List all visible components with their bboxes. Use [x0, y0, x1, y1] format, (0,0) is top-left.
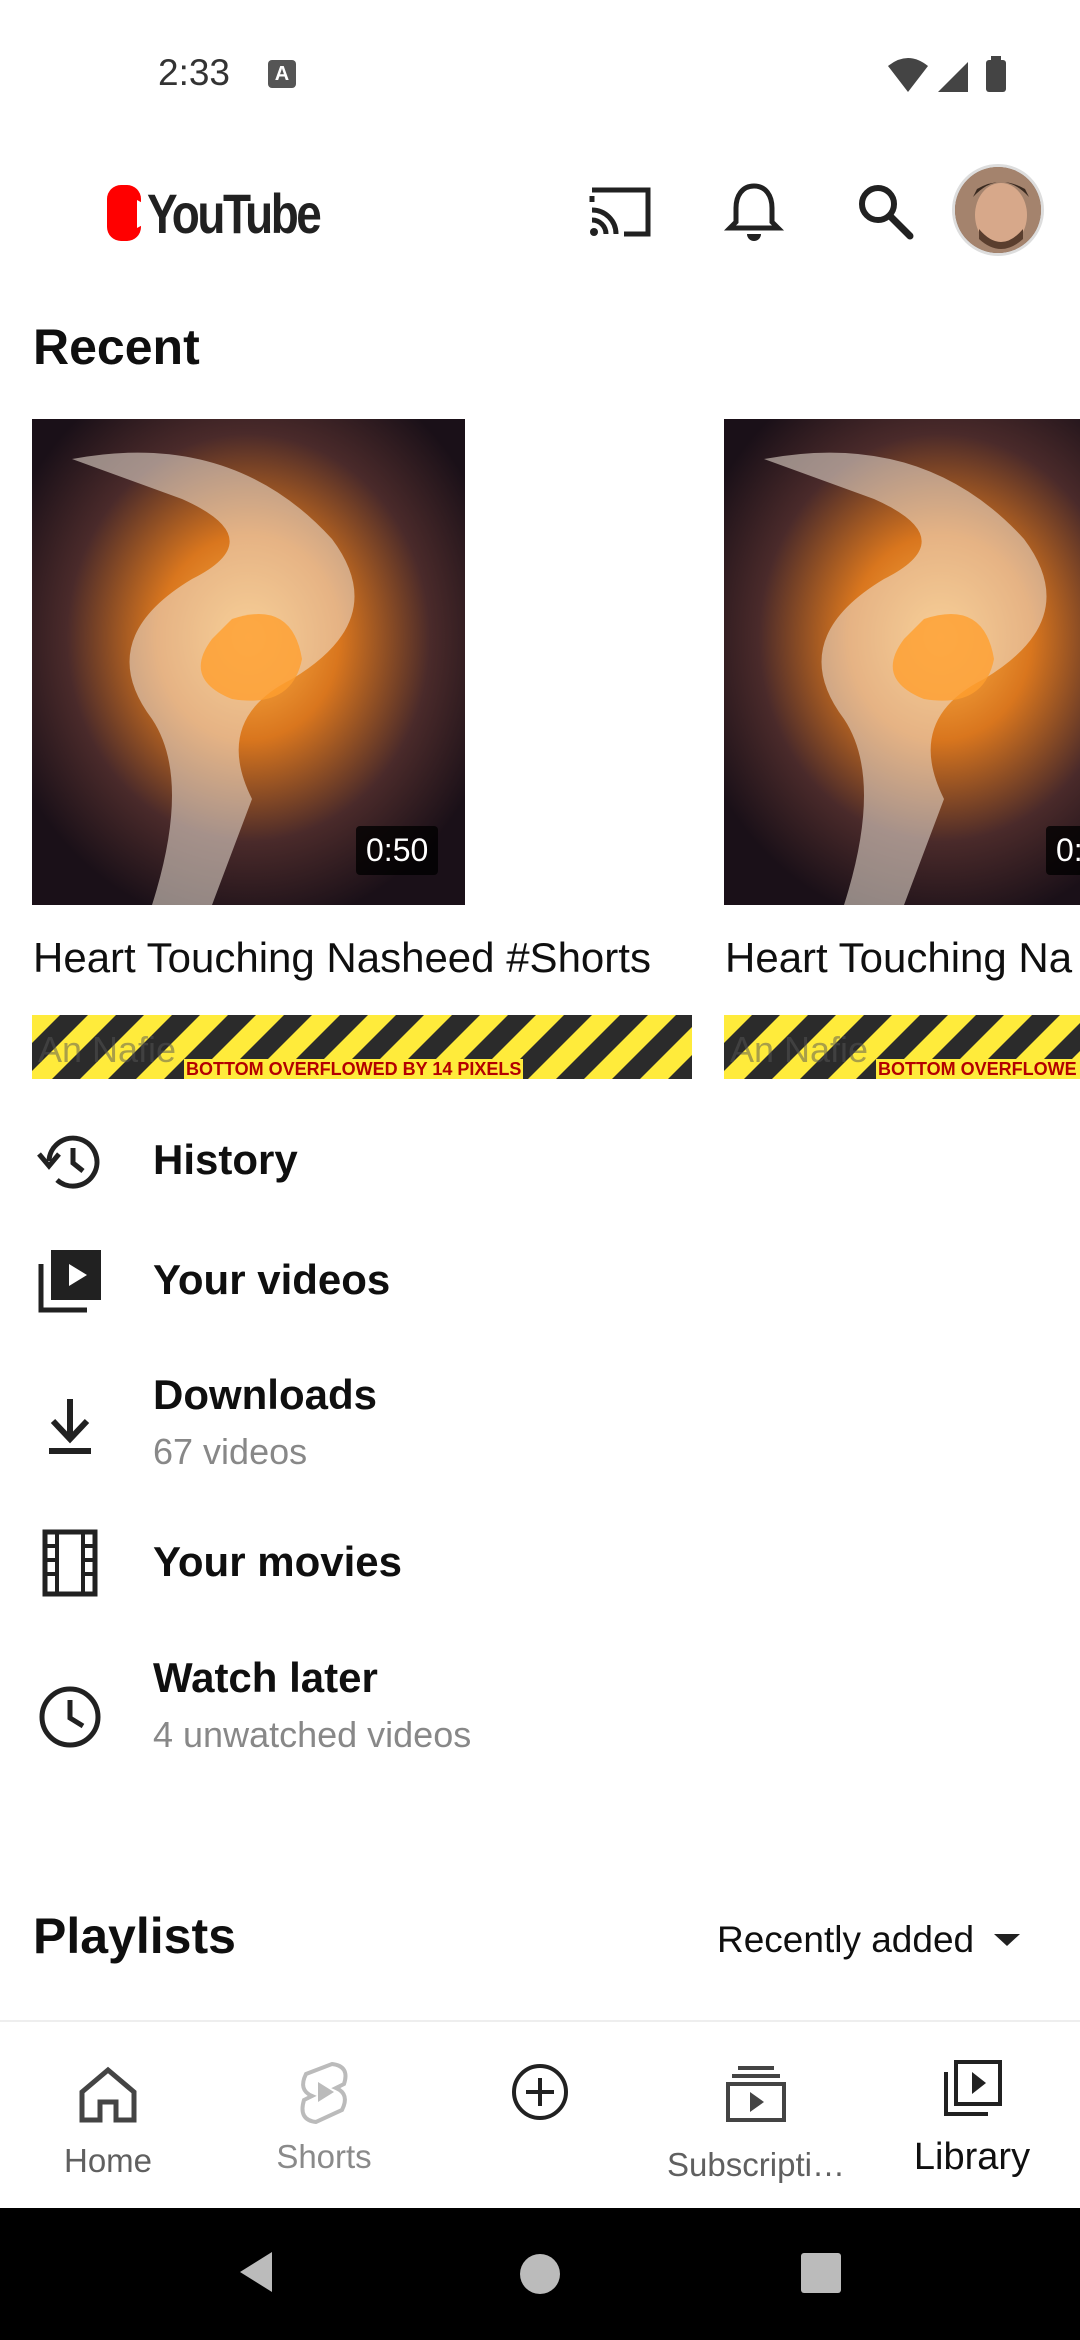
video-duration: 0:50: [356, 826, 439, 875]
history-icon: [37, 1135, 100, 1189]
overflow-message: BOTTOM OVERFLOWED BY 14 PIXELS: [184, 1059, 524, 1079]
nav-shorts[interactable]: Shorts: [216, 2022, 432, 2210]
subscriptions-icon: [726, 2066, 786, 2122]
youtube-logo[interactable]: YouTube: [107, 181, 357, 245]
playlist-sort-dropdown[interactable]: Recently added: [717, 1914, 1022, 1966]
nav-label: Home: [63, 2142, 153, 2179]
recent-title: Recent: [33, 319, 200, 375]
playlists-title: Playlists: [33, 1908, 236, 1964]
logo-text: YouTube: [146, 181, 322, 245]
your-videos-icon: [38, 1250, 101, 1313]
movies-icon: [42, 1529, 98, 1597]
library-icon: [944, 2060, 1002, 2116]
download-icon: [49, 1399, 91, 1454]
signal-icon: [938, 62, 968, 92]
search-icon[interactable]: [850, 176, 922, 248]
overflow-message: BOTTOM OVERFLOWE: [876, 1059, 1079, 1079]
nav-subscriptions[interactable]: Subscripti…: [648, 2022, 864, 2210]
shorts-icon: [300, 2061, 348, 2125]
system-navigation-bar: [0, 2208, 1080, 2340]
avatar[interactable]: [952, 164, 1044, 256]
overflow-warning: An Nafie BOTTOM OVERFLOWE: [724, 1015, 1080, 1079]
menu-label: Downloads: [153, 1371, 378, 1418]
notifications-icon[interactable]: [718, 176, 790, 248]
dropdown-arrow-icon: [994, 1934, 1021, 1946]
home-icon: [79, 2066, 137, 2123]
sort-label: Recently added: [717, 1919, 975, 1960]
menu-item-downloads[interactable]: Downloads 67 videos: [0, 1365, 1080, 1485]
bottom-navigation: Home Shorts Subscripti… Library: [0, 2020, 1080, 2210]
notification-icon: A: [268, 60, 296, 88]
menu-item-your-movies[interactable]: Your movies: [0, 1522, 1080, 1606]
menu-item-watch-later[interactable]: Watch later 4 unwatched videos: [0, 1648, 1080, 1768]
menu-item-history[interactable]: History: [0, 1120, 1080, 1204]
home-button-icon[interactable]: [518, 2252, 562, 2296]
overflow-warning: An Nafie BOTTOM OVERFLOWED BY 14 PIXELS: [32, 1015, 692, 1079]
video-title[interactable]: Heart Touching Nasheed #Shorts: [33, 934, 651, 982]
video-title[interactable]: Heart Touching Na: [725, 934, 1072, 982]
wifi-icon: [888, 58, 928, 92]
nav-library[interactable]: Library: [864, 2022, 1080, 2210]
back-icon[interactable]: [236, 2250, 276, 2294]
nav-label: Subscripti…: [667, 2146, 845, 2183]
nav-create[interactable]: [432, 2022, 648, 2210]
menu-sublabel: 4 unwatched videos: [153, 1714, 472, 1755]
menu-label: Watch later: [153, 1654, 378, 1701]
status-icons: [888, 56, 1006, 92]
menu-item-your-videos[interactable]: Your videos: [0, 1240, 1080, 1324]
menu-sublabel: 67 videos: [153, 1431, 308, 1472]
video-duration: 0:: [1046, 826, 1080, 875]
cast-icon[interactable]: [584, 176, 656, 248]
clock-icon: [39, 1686, 101, 1748]
menu-label: History: [153, 1136, 298, 1183]
battery-icon: [986, 60, 1006, 92]
channel-name: An Nafie: [38, 1029, 177, 1070]
video-thumbnail[interactable]: [724, 419, 1080, 905]
create-icon: [512, 2064, 568, 2120]
nav-label: Shorts: [276, 2138, 372, 2175]
menu-label: Your movies: [153, 1538, 402, 1585]
recents-icon[interactable]: [800, 2252, 842, 2294]
channel-name: An Nafie: [730, 1029, 869, 1070]
nav-home[interactable]: Home: [0, 2022, 216, 2210]
menu-label: Your videos: [153, 1256, 391, 1303]
youtube-play-icon: [107, 185, 163, 241]
nav-label: Library: [913, 2136, 1031, 2178]
status-time: 2:33: [158, 52, 231, 93]
